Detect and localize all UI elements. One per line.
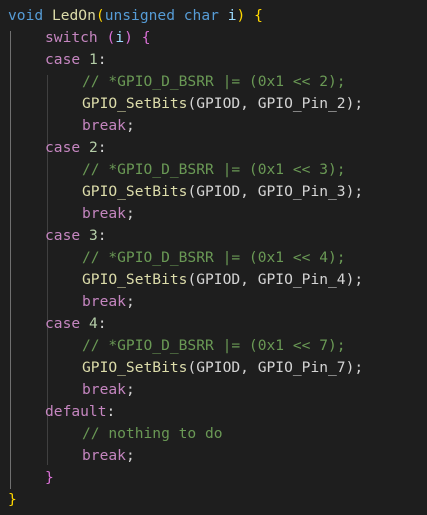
code-line-case[interactable]: case 4: <box>45 313 107 335</box>
switch-paren-open: ( <box>106 29 116 46</box>
case-colon: : <box>97 139 107 156</box>
code-comment: // nothing to do <box>82 425 223 442</box>
code-line-comment[interactable]: // *GPIO_D_BSRR |= (0x1 << 7); <box>82 335 346 357</box>
code-line-comment[interactable]: // *GPIO_D_BSRR |= (0x1 << 4); <box>82 247 346 269</box>
semicolon: ; <box>125 205 135 222</box>
code-line-break[interactable]: break; <box>82 291 135 313</box>
code-comment: // *GPIO_D_BSRR |= (0x1 << 2); <box>82 73 346 90</box>
code-line-call[interactable]: GPIO_SetBits(GPIOD, GPIO_Pin_2); <box>82 93 363 115</box>
break-keyword: break <box>82 381 126 398</box>
function-brace-close: } <box>8 491 17 508</box>
semicolon: ; <box>125 117 135 134</box>
code-line-comment[interactable]: // *GPIO_D_BSRR |= (0x1 << 2); <box>82 71 346 93</box>
case-keyword: case <box>45 227 81 244</box>
code-line-function-signature[interactable]: void LedOn(unsigned char i) { <box>8 5 263 27</box>
code-comment: // *GPIO_D_BSRR |= (0x1 << 7); <box>82 337 346 354</box>
switch-brace-open: { <box>141 29 151 46</box>
param-name: i <box>227 7 237 24</box>
case-colon: : <box>97 227 107 244</box>
break-keyword: break <box>82 117 126 134</box>
indent-guide-function <box>10 31 11 489</box>
code-line-break[interactable]: break; <box>82 115 135 137</box>
function-name: LedOn <box>51 7 96 24</box>
code-line-comment[interactable]: // *GPIO_D_BSRR |= (0x1 << 3); <box>82 159 346 181</box>
break-keyword: break <box>82 205 126 222</box>
semicolon: ; <box>125 447 135 464</box>
case-colon: : <box>97 51 107 68</box>
code-line-break[interactable]: break; <box>82 379 135 401</box>
semicolon: ; <box>125 293 135 310</box>
code-line-switch[interactable]: switch (i) { <box>45 27 151 49</box>
switch-paren-close: ) <box>124 29 133 46</box>
break-keyword: break <box>82 447 126 464</box>
call-function-name: GPIO_SetBits <box>82 95 188 112</box>
code-line-switch-close[interactable]: } <box>45 467 54 489</box>
return-type-keyword: void <box>8 7 44 24</box>
call-function-name: GPIO_SetBits <box>82 183 188 200</box>
code-comment: // *GPIO_D_BSRR |= (0x1 << 4); <box>82 249 346 266</box>
break-keyword: break <box>82 293 126 310</box>
case-keyword: case <box>45 51 81 68</box>
paren-open: ( <box>95 7 105 24</box>
code-comment: // *GPIO_D_BSRR |= (0x1 << 3); <box>82 161 346 178</box>
case-keyword: case <box>45 139 81 156</box>
code-editor[interactable]: void LedOn(unsigned char i) { switch (i)… <box>0 0 427 515</box>
code-line-default[interactable]: default: <box>45 401 115 423</box>
switch-brace-close: } <box>45 469 54 486</box>
semicolon: ; <box>125 381 135 398</box>
code-line-call[interactable]: GPIO_SetBits(GPIOD, GPIO_Pin_7); <box>82 357 363 379</box>
code-line-case[interactable]: case 3: <box>45 225 107 247</box>
code-line-break[interactable]: break; <box>82 445 135 467</box>
case-keyword: case <box>45 315 81 332</box>
case-value: 2 <box>88 139 98 156</box>
code-line-case[interactable]: case 1: <box>45 49 107 71</box>
code-line-call[interactable]: GPIO_SetBits(GPIOD, GPIO_Pin_4); <box>82 269 363 291</box>
case-value: 3 <box>88 227 98 244</box>
code-line-call[interactable]: GPIO_SetBits(GPIOD, GPIO_Pin_3); <box>82 181 363 203</box>
code-line-break[interactable]: break; <box>82 203 135 225</box>
case-value: 1 <box>88 51 98 68</box>
call-arguments: (GPIOD, GPIO_Pin_2); <box>187 95 364 112</box>
switch-keyword: switch <box>45 29 98 46</box>
code-line-function-close[interactable]: } <box>8 489 17 511</box>
switch-arg: i <box>115 29 125 46</box>
default-colon: : <box>106 403 116 420</box>
call-function-name: GPIO_SetBits <box>82 359 188 376</box>
call-arguments: (GPIOD, GPIO_Pin_3); <box>187 183 364 200</box>
code-line-comment[interactable]: // nothing to do <box>82 423 223 445</box>
case-colon: : <box>97 315 107 332</box>
case-value: 4 <box>88 315 98 332</box>
call-function-name: GPIO_SetBits <box>82 271 188 288</box>
param-type-keyword: unsigned char <box>104 7 219 24</box>
paren-close: ) <box>236 7 246 24</box>
function-brace-open: { <box>254 7 263 24</box>
code-line-case[interactable]: case 2: <box>45 137 107 159</box>
default-keyword: default <box>45 403 107 420</box>
call-arguments: (GPIOD, GPIO_Pin_7); <box>187 359 364 376</box>
call-arguments: (GPIOD, GPIO_Pin_4); <box>187 271 364 288</box>
